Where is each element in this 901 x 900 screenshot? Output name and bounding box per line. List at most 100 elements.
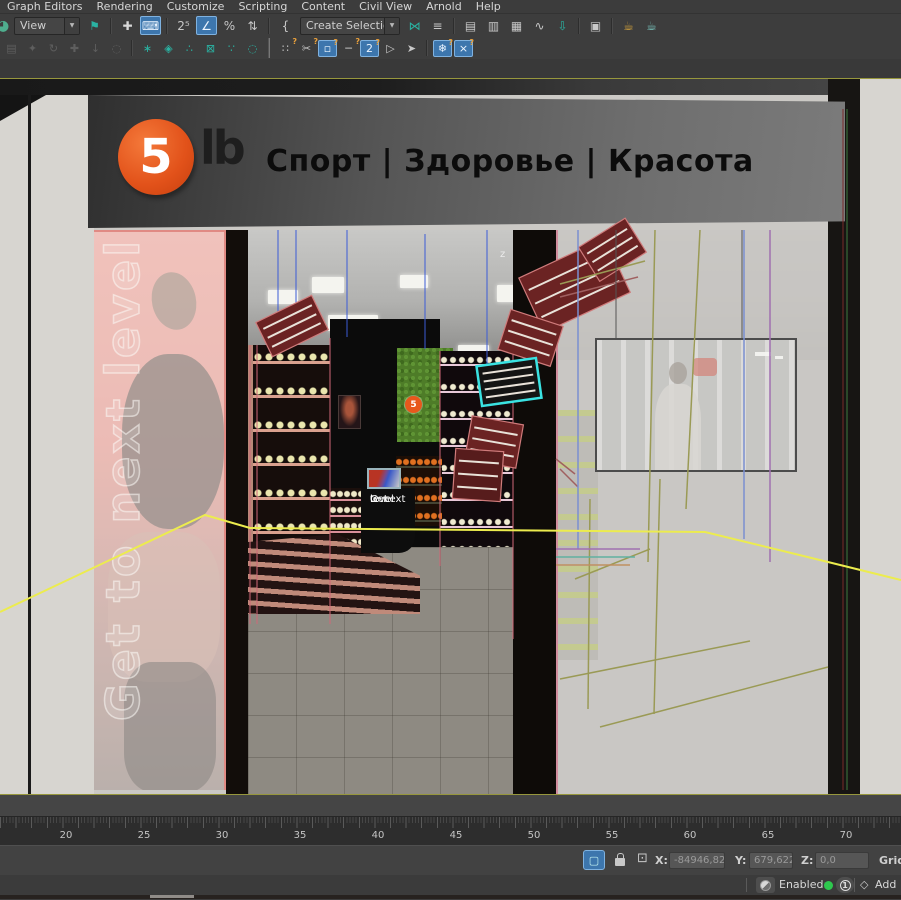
x-coordinate-field[interactable]: -84946,828 xyxy=(669,852,725,869)
main-toolbar-row1: ◕View▼⚑ ✚⌨ 2⁵∠%⇅ {Create Selection Set▼⋈≡ ▤▥… xyxy=(0,14,901,37)
separator xyxy=(746,878,747,892)
reference-coordinate-dropdown[interactable]: View▼ xyxy=(14,17,80,35)
snap-midpoint-icon[interactable]: 2? xyxy=(360,40,379,57)
curve-editor-icon[interactable]: ∿ xyxy=(529,16,550,35)
render-icon[interactable]: ☕ xyxy=(641,16,662,35)
shield-icon xyxy=(760,880,771,891)
toolbar-separator xyxy=(110,18,112,34)
window-bottom-edge xyxy=(0,895,901,899)
badge-count: 1 xyxy=(840,880,851,891)
enabled-label: Enabled: xyxy=(779,878,827,891)
viewport[interactable]: 5 Get to next level xyxy=(0,78,901,795)
grid-label: Grid xyxy=(879,854,901,867)
menu-content[interactable]: Content xyxy=(294,0,352,14)
z-label: Z: xyxy=(801,854,813,867)
populate-flow-icon[interactable]: ◈ xyxy=(159,40,178,57)
toolbar-separator xyxy=(268,18,270,34)
menu-civil-view[interactable]: Civil View xyxy=(352,0,419,14)
3dsmax-window: Graph EditorsRenderingCustomizeScripting… xyxy=(0,0,901,900)
menu-help[interactable]: Help xyxy=(469,0,508,14)
select-and-move-icon[interactable]: ✚ xyxy=(117,16,138,35)
material-editor-icon[interactable]: ▣ xyxy=(585,16,606,35)
populate-regenerate-icon[interactable]: ◌ xyxy=(243,40,262,57)
snap-edge-icon[interactable]: ─? xyxy=(339,40,358,57)
frame-number: 35 xyxy=(294,830,307,841)
toolbar-separator xyxy=(131,40,133,56)
y-coordinate-field[interactable]: 679,622 xyxy=(749,852,793,869)
container-inherit-icon: ✦ xyxy=(23,40,42,57)
toolbar-separator xyxy=(268,38,270,58)
frame-number: 50 xyxy=(528,830,541,841)
prompt-bar: Enabled: 1 ◇ Add xyxy=(0,875,901,895)
percent-snap-icon[interactable]: % xyxy=(219,16,240,35)
render-setup-icon[interactable]: ☕ xyxy=(618,16,639,35)
frame-number: 45 xyxy=(450,830,463,841)
track-light-fixture[interactable] xyxy=(256,218,647,501)
menu-customize[interactable]: Customize xyxy=(160,0,232,14)
snap-axis-constraint-icon[interactable]: ×? xyxy=(454,40,473,57)
menu-rendering[interactable]: Rendering xyxy=(90,0,160,14)
keyboard-shortcut-override-icon[interactable]: ⌨ xyxy=(140,16,161,35)
frame-number: 20 xyxy=(60,830,73,841)
angle-snap-icon[interactable]: ∠ xyxy=(196,16,217,35)
add-box-icon[interactable]: ◇ xyxy=(860,878,868,891)
schematic-view-icon[interactable]: ⇩ xyxy=(552,16,573,35)
notification-badge[interactable]: 1 xyxy=(836,877,854,893)
spinner-snap-icon[interactable]: ⇅ xyxy=(242,16,263,35)
scene-explorer-icon[interactable]: ▤ xyxy=(460,16,481,35)
chevron-down-icon: ▼ xyxy=(384,18,399,34)
menu-bar: Graph EditorsRenderingCustomizeScripting… xyxy=(0,0,901,14)
frame-number: 55 xyxy=(606,830,619,841)
absolute-offset-mode-icon[interactable]: ⊡ xyxy=(637,851,648,866)
populate-bars-icon[interactable]: ∵ xyxy=(222,40,241,57)
snap-vertex-icon[interactable]: ▫? xyxy=(318,40,337,57)
snap-frozen-icon[interactable]: ❄? xyxy=(433,40,452,57)
container-create-icon: ▤ xyxy=(2,40,21,57)
snap-grid-points-icon[interactable]: ∷? xyxy=(276,40,295,57)
container-save-icon: ↓ xyxy=(86,40,105,57)
toolbar-dock-strip xyxy=(0,59,901,78)
menu-scripting[interactable]: Scripting xyxy=(231,0,294,14)
snaps-toggle-icon[interactable]: 2⁵ xyxy=(173,16,194,35)
scene-security-icon[interactable] xyxy=(756,877,775,893)
enabled-status-dot xyxy=(824,881,833,890)
frame-number: 65 xyxy=(762,830,775,841)
toolbar-separator xyxy=(166,18,168,34)
selection-lock-icon[interactable] xyxy=(615,858,625,866)
selected-track-light[interactable] xyxy=(477,358,542,406)
frame-number: 60 xyxy=(684,830,697,841)
selection-region-icon[interactable]: ▢ xyxy=(583,850,605,870)
x-label: X: xyxy=(655,854,668,867)
container-update-icon: ↻ xyxy=(44,40,63,57)
snap-pivot-icon[interactable]: ✂? xyxy=(297,40,316,57)
track-bar[interactable] xyxy=(0,795,901,817)
viewport-wireframe-overlay xyxy=(0,79,901,794)
menu-arnold[interactable]: Arnold xyxy=(419,0,469,14)
toolbar-separator xyxy=(426,40,428,56)
named-selection-sets-dropdown[interactable]: Create Selection Set▼ xyxy=(300,17,400,35)
separator xyxy=(854,878,855,892)
populate-seats-icon[interactable]: ∗ xyxy=(138,40,157,57)
menu-graph-editors[interactable]: Graph Editors xyxy=(0,0,90,14)
toolbar-separator xyxy=(453,18,455,34)
align-icon[interactable]: ≡ xyxy=(427,16,448,35)
yellow-guide-spline[interactable] xyxy=(0,515,901,612)
select-place-icon[interactable]: ◕ xyxy=(0,16,10,35)
snap-pointer-icon[interactable]: ➤ xyxy=(402,40,421,57)
chevron-down-icon: ▼ xyxy=(64,18,79,34)
snap-face-outline-icon[interactable]: ▷ xyxy=(381,40,400,57)
add-button[interactable]: Add xyxy=(875,878,896,891)
frame-number: 25 xyxy=(138,830,151,841)
populate-idle-area-icon[interactable]: ∴ xyxy=(180,40,199,57)
status-bar: ▢ ⊡ X: -84946,828 Y: 679,622 Z: 0,0 Grid xyxy=(0,845,901,875)
ribbon-icon[interactable]: ▦ xyxy=(506,16,527,35)
edit-named-selection-sets-icon[interactable]: { xyxy=(275,16,296,35)
mirror-icon[interactable]: ⋈ xyxy=(404,16,425,35)
populate-simulate-icon[interactable]: ⊠ xyxy=(201,40,220,57)
use-pivot-point-center-icon[interactable]: ⚑ xyxy=(84,16,105,35)
timeline-ruler[interactable]: 2025303540455055606570 xyxy=(0,817,901,845)
layer-explorer-icon[interactable]: ▥ xyxy=(483,16,504,35)
container-close-icon: ◌ xyxy=(107,40,126,57)
frame-number: 40 xyxy=(372,830,385,841)
z-coordinate-field[interactable]: 0,0 xyxy=(815,852,869,869)
